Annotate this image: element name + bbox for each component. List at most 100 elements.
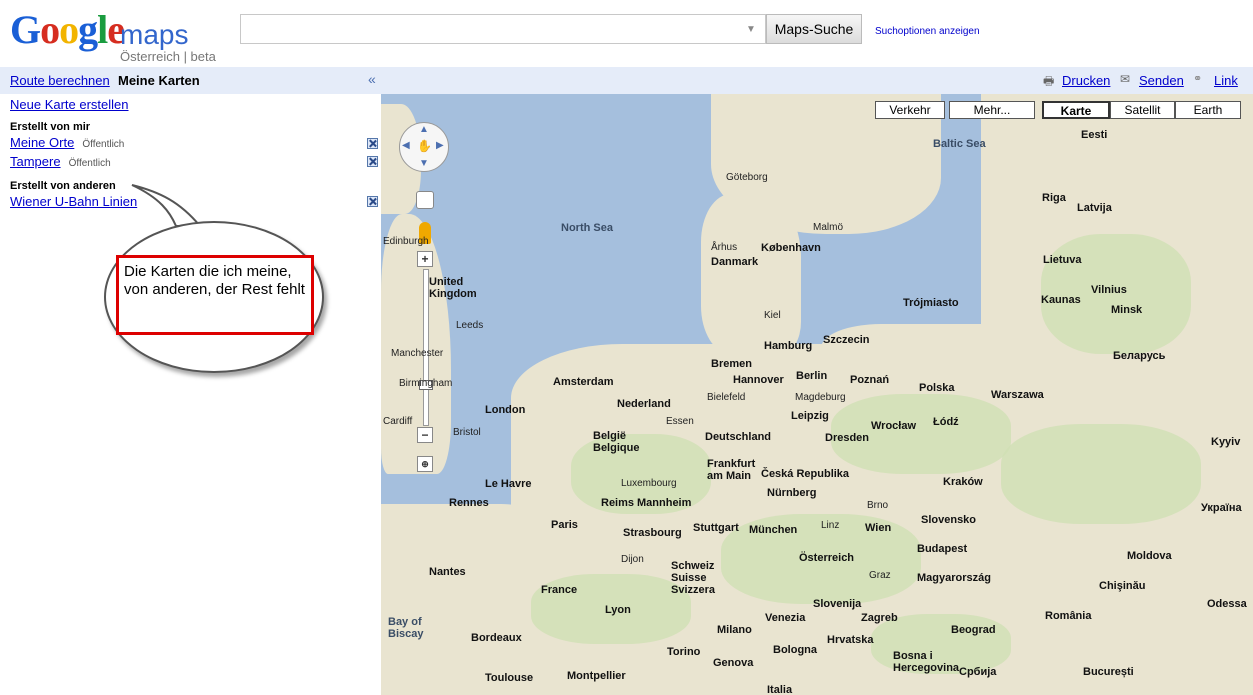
- map-label: Poznań: [850, 374, 890, 386]
- zoom-in-button[interactable]: +: [417, 251, 433, 267]
- land-uk: [381, 214, 451, 474]
- printer-icon[interactable]: 🖶: [1043, 72, 1054, 93]
- map-label: Linz: [821, 520, 840, 531]
- header: Google maps Österreich | beta ▼ Maps-Suc…: [0, 0, 1253, 66]
- map-label: Chişinău: [1099, 580, 1146, 592]
- zoom-region-icon[interactable]: ⊕: [417, 456, 433, 472]
- map-link[interactable]: Wiener U-Bahn Linien: [10, 194, 137, 209]
- map-label: Vilnius: [1091, 284, 1127, 296]
- map-label: Lietuva: [1043, 254, 1082, 266]
- envelope-icon[interactable]: ✉: [1120, 72, 1130, 86]
- map-label: Hrvatska: [827, 634, 874, 646]
- map-label: Bristol: [453, 427, 481, 438]
- collapse-sidebar-icon[interactable]: «: [368, 71, 376, 87]
- map-label: București: [1083, 666, 1134, 678]
- map-label: Slovenija: [813, 598, 862, 610]
- map-link[interactable]: Tampere: [10, 154, 61, 169]
- send-link[interactable]: Senden: [1139, 73, 1184, 88]
- new-map-link[interactable]: Neue Karte erstellen: [10, 97, 129, 112]
- map-label: Beograd: [951, 624, 996, 636]
- map-label: Reims: [601, 497, 635, 509]
- map-label: Riga: [1042, 192, 1066, 204]
- map-label: Leeds: [456, 320, 484, 331]
- tab-my-maps[interactable]: Meine Karten: [118, 73, 200, 88]
- search-options-link[interactable]: Suchoptionen anzeigen: [875, 26, 980, 37]
- map-label: Danmark: [711, 256, 759, 268]
- map-label: Moldova: [1127, 550, 1172, 562]
- pan-down-icon[interactable]: ▼: [419, 158, 429, 169]
- map-label: Genova: [713, 657, 754, 669]
- map-label: Montpellier: [567, 670, 626, 682]
- map-label: Hannover: [733, 374, 784, 386]
- map-label: Mannheim: [637, 497, 692, 509]
- land-spain: [381, 634, 411, 695]
- map-label: Hamburg: [764, 340, 813, 352]
- map-label: Leipzig: [791, 410, 829, 422]
- map-label: Paris: [551, 519, 578, 531]
- map-label: Kyyiv: [1211, 436, 1241, 448]
- green-area: [1001, 424, 1201, 524]
- map-label: Kraków: [943, 476, 983, 488]
- map-label: Århus: [711, 242, 738, 253]
- map-label: Magdeburg: [795, 392, 846, 403]
- map-type-map-button[interactable]: Karte: [1042, 101, 1110, 119]
- map-label: Luxembourg: [621, 478, 677, 489]
- map-label: Birmingham: [399, 378, 453, 389]
- more-button[interactable]: Mehr...: [949, 101, 1035, 119]
- map-label: Bordeaux: [471, 632, 522, 644]
- map-label: Budapest: [917, 543, 968, 555]
- map-label: Україна: [1201, 502, 1242, 514]
- map-label: Berlin: [796, 370, 828, 382]
- map-label: Le Havre: [485, 478, 532, 490]
- map-label: Brno: [867, 500, 889, 511]
- map-canvas[interactable]: Verkehr Mehr... Karte Satellit Earth ▲ ▼…: [381, 94, 1253, 695]
- map-link[interactable]: Meine Orte: [10, 135, 74, 150]
- map-label: Odessa: [1207, 598, 1247, 610]
- map-label: Nederland: [617, 398, 671, 410]
- delete-icon[interactable]: [367, 156, 378, 167]
- delete-icon[interactable]: [367, 138, 378, 149]
- search-box[interactable]: ▼: [240, 14, 766, 44]
- print-link[interactable]: Drucken: [1062, 73, 1110, 88]
- map-label: Cardiff: [383, 416, 413, 427]
- map-type-satellite-button[interactable]: Satellit: [1110, 101, 1175, 119]
- dropdown-arrow-icon[interactable]: ▼: [746, 24, 756, 35]
- map-label: Bielefeld: [707, 392, 746, 403]
- public-label: Öffentlich: [68, 158, 111, 169]
- list-item: Meine Orte Öffentlich: [10, 135, 124, 150]
- map-label: Bologna: [773, 644, 817, 656]
- map-label: London: [485, 404, 526, 416]
- map-label: Bremen: [711, 358, 752, 370]
- delete-icon[interactable]: [367, 196, 378, 207]
- pan-right-icon[interactable]: ▶: [436, 140, 444, 151]
- map-label: Česká Republika: [761, 468, 850, 480]
- traffic-button[interactable]: Verkehr: [875, 101, 945, 119]
- map-label: Slovensko: [921, 514, 977, 526]
- search-input[interactable]: [247, 19, 731, 41]
- map-label: Wien: [865, 522, 892, 534]
- map-label: Србија: [959, 666, 997, 678]
- logo-subtitle: Österreich | beta: [120, 49, 216, 64]
- link-icon[interactable]: ⚭: [1193, 72, 1202, 85]
- map-label: Magyarország: [917, 572, 991, 584]
- pan-left-icon[interactable]: ◀: [402, 140, 410, 151]
- google-maps-logo[interactable]: Google maps Österreich | beta: [10, 10, 230, 64]
- list-item: Tampere Öffentlich: [10, 154, 111, 169]
- tab-route[interactable]: Route berechnen: [10, 73, 110, 88]
- zoom-out-button[interactable]: −: [417, 427, 433, 443]
- map-label: München: [749, 524, 798, 536]
- search-button[interactable]: Maps-Suche: [766, 14, 862, 44]
- location-icon[interactable]: [416, 191, 434, 209]
- public-label: Öffentlich: [82, 139, 125, 150]
- section-others-heading: Erstellt von anderen: [10, 180, 116, 192]
- map-label: Warszawa: [991, 389, 1044, 401]
- pan-control[interactable]: ▲ ▼ ◀ ▶ ✋: [399, 122, 449, 172]
- map-label: United Kingdom: [429, 276, 477, 300]
- map-label: Venezia: [765, 612, 806, 624]
- map-type-earth-button[interactable]: Earth: [1175, 101, 1241, 119]
- map-label: Göteborg: [726, 172, 768, 183]
- link-link[interactable]: Link: [1214, 73, 1238, 88]
- map-label: North Sea: [561, 222, 613, 234]
- pan-up-icon[interactable]: ▲: [419, 124, 429, 135]
- map-label: Latvija: [1077, 202, 1112, 214]
